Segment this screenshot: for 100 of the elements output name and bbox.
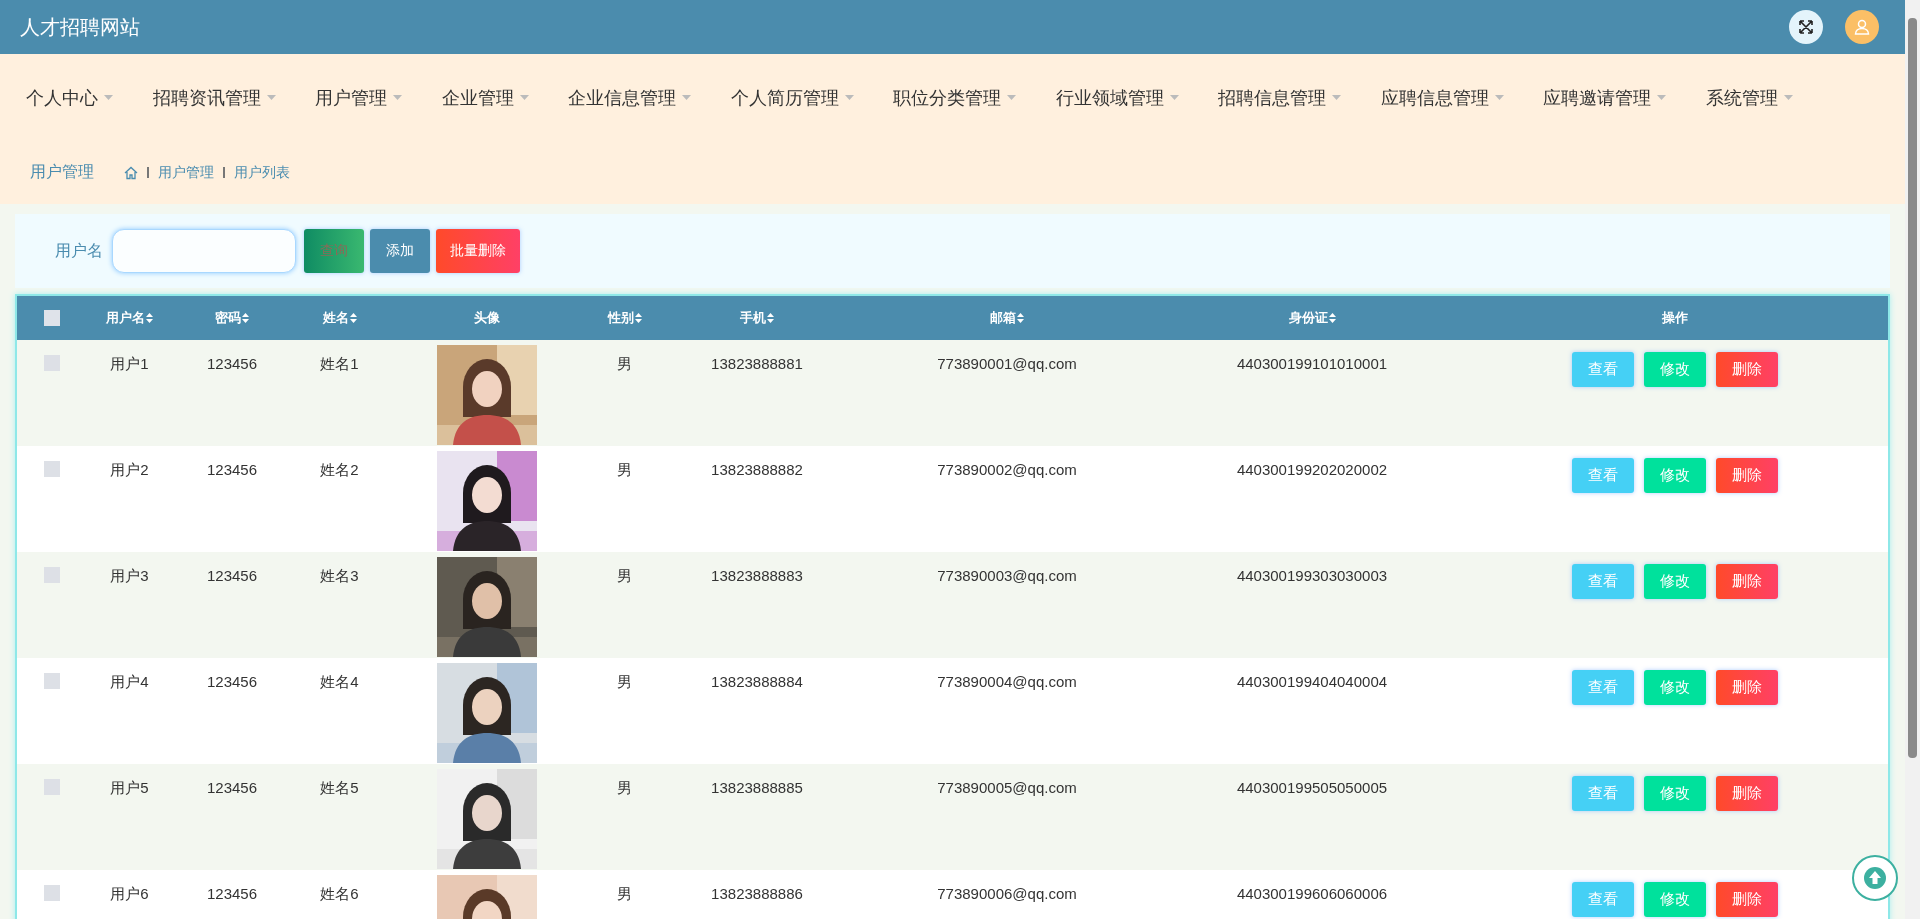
username-input[interactable] bbox=[112, 229, 296, 273]
view-button[interactable]: 查看 bbox=[1572, 670, 1634, 705]
fullscreen-icon[interactable] bbox=[1789, 10, 1823, 44]
nav-menu-item[interactable]: 系统管理 bbox=[1705, 85, 1793, 110]
table-cell: 123456 bbox=[206, 567, 258, 584]
column-header[interactable]: 密码 bbox=[215, 309, 249, 327]
column-header[interactable]: 身份证 bbox=[1288, 309, 1336, 327]
scrollbar[interactable] bbox=[1905, 0, 1920, 919]
table-cell: 13823888885 bbox=[711, 779, 803, 796]
nav-menu-item[interactable]: 招聘信息管理 bbox=[1218, 85, 1341, 110]
column-header[interactable]: 姓名 bbox=[322, 309, 357, 327]
table-cell: 男 bbox=[617, 461, 632, 480]
view-button[interactable]: 查看 bbox=[1572, 776, 1634, 811]
sort-icon bbox=[1328, 313, 1336, 323]
table-cell: 440300199101010001 bbox=[1236, 355, 1388, 372]
caret-icon bbox=[1169, 95, 1179, 100]
nav-menu-item[interactable]: 个人中心 bbox=[26, 85, 113, 110]
table-cell: 123456 bbox=[206, 779, 258, 796]
table-cell: 男 bbox=[617, 885, 632, 904]
table-cell: 姓名5 bbox=[320, 779, 359, 798]
table-cell: 用户5 bbox=[110, 779, 149, 798]
row-checkbox[interactable] bbox=[44, 885, 60, 901]
table-cell: 用户3 bbox=[110, 567, 149, 586]
row-checkbox[interactable] bbox=[44, 461, 60, 477]
delete-button[interactable]: 删除 bbox=[1716, 882, 1778, 917]
page-title: 用户管理 bbox=[30, 162, 94, 182]
column-header[interactable]: 手机 bbox=[740, 309, 774, 327]
table-cell: 123456 bbox=[206, 461, 258, 478]
table-cell: 13823888881 bbox=[711, 355, 803, 372]
view-button[interactable]: 查看 bbox=[1572, 352, 1634, 387]
column-header: 头像 bbox=[474, 309, 500, 327]
search-label: 用户名 bbox=[55, 240, 103, 261]
select-all-checkbox[interactable] bbox=[44, 310, 60, 326]
caret-icon bbox=[393, 95, 402, 100]
user-avatar-icon[interactable] bbox=[1845, 10, 1879, 44]
caret-icon bbox=[104, 95, 113, 100]
delete-button[interactable]: 删除 bbox=[1716, 458, 1778, 493]
table-cell: 773890002@qq.com bbox=[937, 461, 1077, 478]
delete-button[interactable]: 删除 bbox=[1716, 670, 1778, 705]
caret-icon bbox=[682, 95, 691, 100]
table-cell: 用户4 bbox=[110, 673, 149, 692]
nav-menu-item[interactable]: 用户管理 bbox=[315, 85, 402, 110]
site-title: 人才招聘网站 bbox=[20, 14, 140, 40]
caret-icon bbox=[519, 95, 529, 100]
home-icon[interactable] bbox=[124, 165, 138, 180]
table-cell: 773890001@qq.com bbox=[937, 355, 1077, 372]
view-button[interactable]: 查看 bbox=[1572, 458, 1634, 493]
column-header[interactable]: 邮箱 bbox=[990, 309, 1024, 327]
table-cell: 123456 bbox=[206, 355, 258, 372]
sort-icon bbox=[634, 313, 642, 323]
table-cell: 男 bbox=[617, 673, 632, 692]
view-button[interactable]: 查看 bbox=[1572, 882, 1634, 917]
sort-icon bbox=[767, 313, 774, 323]
table-cell: 440300199505050005 bbox=[1236, 779, 1388, 796]
breadcrumb-link[interactable]: 用户列表 bbox=[234, 163, 290, 182]
nav-menu-item[interactable]: 个人简历管理 bbox=[730, 85, 854, 110]
table-cell: 773890003@qq.com bbox=[937, 567, 1077, 584]
view-button[interactable]: 查看 bbox=[1572, 564, 1634, 599]
nav-menu-item[interactable]: 应聘信息管理 bbox=[1380, 85, 1504, 110]
caret-icon bbox=[1783, 95, 1793, 100]
nav-menu-item[interactable]: 企业信息管理 bbox=[568, 85, 691, 110]
table-cell: 姓名4 bbox=[320, 673, 359, 692]
sort-icon bbox=[1017, 313, 1024, 323]
table-cell: 13823888886 bbox=[711, 885, 803, 902]
delete-button[interactable]: 删除 bbox=[1716, 352, 1778, 387]
table-cell: 男 bbox=[617, 567, 632, 586]
delete-button[interactable]: 删除 bbox=[1716, 564, 1778, 599]
sort-icon bbox=[349, 313, 357, 323]
caret-icon bbox=[1494, 95, 1504, 100]
caret-icon bbox=[1332, 95, 1341, 100]
table-cell: 姓名1 bbox=[320, 355, 359, 374]
nav-menu-item[interactable]: 职位分类管理 bbox=[893, 85, 1016, 110]
table-cell: 440300199404040004 bbox=[1236, 673, 1388, 690]
column-header[interactable]: 性别 bbox=[607, 309, 642, 327]
add-button[interactable]: 添加 bbox=[370, 229, 430, 273]
nav-menu-item[interactable]: 企业管理 bbox=[441, 85, 529, 110]
nav-menu-item[interactable]: 应聘邀请管理 bbox=[1543, 85, 1666, 110]
row-checkbox[interactable] bbox=[44, 673, 60, 689]
table-cell: 用户2 bbox=[110, 461, 149, 480]
delete-button[interactable]: 删除 bbox=[1716, 776, 1778, 811]
table-cell: 773890006@qq.com bbox=[937, 885, 1077, 902]
delete-button[interactable]: 批量删除 bbox=[436, 229, 520, 273]
nav-menu-item[interactable]: 行业领域管理 bbox=[1055, 85, 1179, 110]
table-cell: 773890005@qq.com bbox=[937, 779, 1077, 796]
column-header: 操作 bbox=[1662, 309, 1688, 327]
column-header[interactable]: 用户名 bbox=[106, 309, 153, 327]
sort-icon bbox=[146, 313, 153, 323]
table-cell: 13823888883 bbox=[711, 567, 803, 584]
table-cell: 440300199303030003 bbox=[1236, 567, 1388, 584]
table-cell: 13823888884 bbox=[711, 673, 803, 690]
table-cell: 773890004@qq.com bbox=[937, 673, 1077, 690]
table-cell: 13823888882 bbox=[711, 461, 803, 478]
table-cell: 姓名6 bbox=[320, 885, 359, 904]
nav-menu-item[interactable]: 招聘资讯管理 bbox=[152, 85, 276, 110]
table-cell: 用户6 bbox=[110, 885, 149, 904]
table-cell: 男 bbox=[617, 779, 632, 798]
breadcrumb-link[interactable]: 用户管理 bbox=[158, 163, 214, 182]
table-cell: 男 bbox=[617, 355, 632, 374]
table-cell: 用户1 bbox=[110, 355, 149, 374]
table-cell: 123456 bbox=[206, 673, 258, 690]
